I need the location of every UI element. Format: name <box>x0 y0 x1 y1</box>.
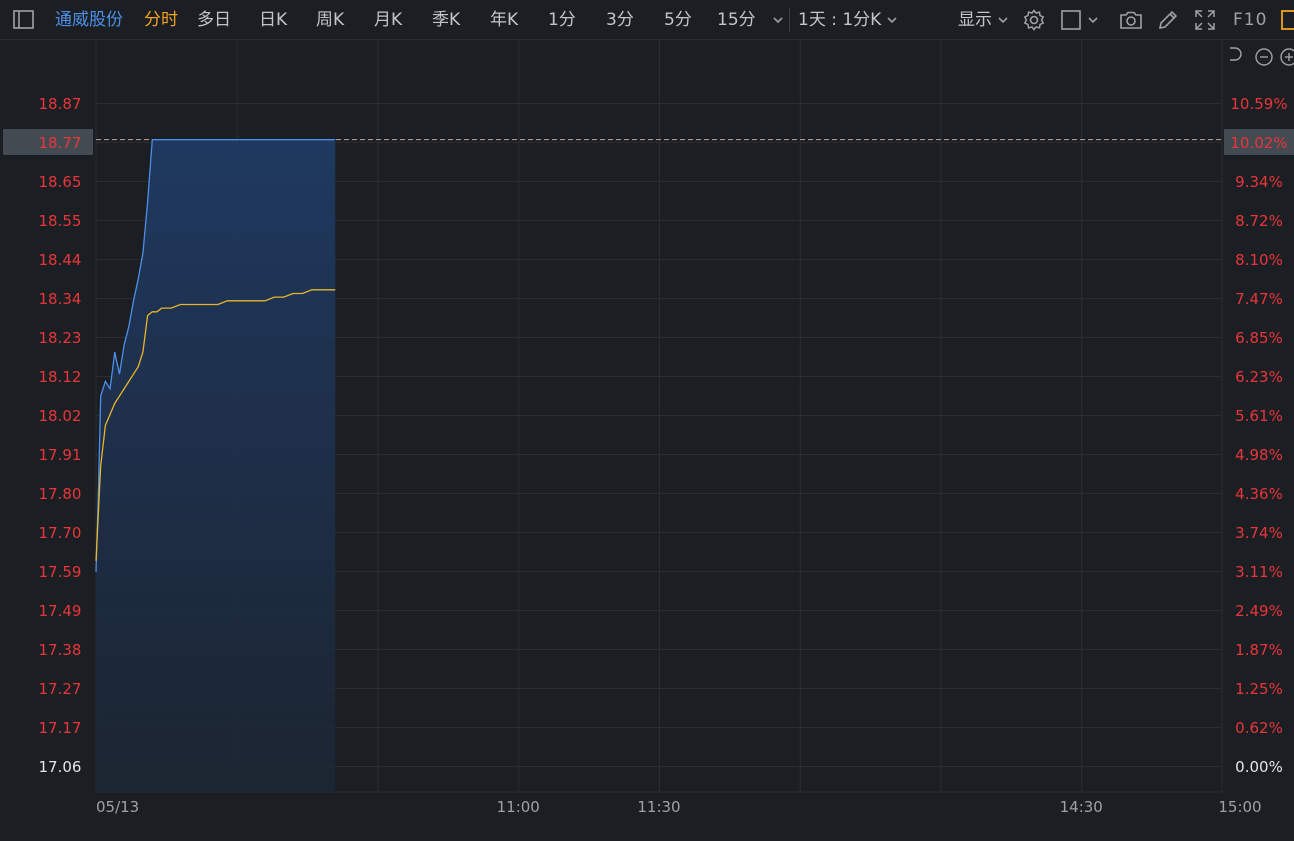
undo-icon[interactable] <box>1230 47 1242 61</box>
x-axis-labels: 05/13 11:00 11:30 14:30 15:00 <box>96 798 1262 816</box>
y-tick-label-left: 18.34 <box>39 290 82 308</box>
y-tick-label-left: 17.91 <box>39 446 82 464</box>
y-tick-label-left: 18.44 <box>39 251 82 269</box>
y-tick-label-right: 0.62% <box>1235 719 1283 737</box>
y-tick-label-right: 10.02% <box>1230 134 1287 152</box>
y-tick-label-right: 10.59% <box>1230 95 1287 113</box>
y-tick-label-left: 18.55 <box>39 212 82 230</box>
zoom-out-icon[interactable] <box>1255 48 1273 66</box>
y-tick-label-left: 17.49 <box>39 602 82 620</box>
tab-monthly-k[interactable]: 月K <box>374 0 402 40</box>
y-tick-label-left: 18.02 <box>39 407 82 425</box>
y-tick-label-right: 4.36% <box>1235 485 1283 503</box>
chart-toolbar: 通威股份 分时 多日 日K 周K 月K 季K 年K 1分 3分 5分 15分 1… <box>0 0 1294 40</box>
x-tick-label: 11:00 <box>497 798 540 816</box>
y-tick-label-right: 8.10% <box>1235 251 1283 269</box>
y-tick-label-left: 17.59 <box>39 563 82 581</box>
square-icon[interactable] <box>1060 8 1084 32</box>
tab-3min[interactable]: 3分 <box>606 0 634 40</box>
window-box-icon[interactable] <box>1280 8 1294 32</box>
y-tick-label-right: 4.98% <box>1235 446 1283 464</box>
y-tick-label-right: 6.85% <box>1235 329 1283 347</box>
y-tick-label-right: 1.25% <box>1235 680 1283 698</box>
price-area <box>96 139 336 793</box>
tab-quarterly-k[interactable]: 季K <box>432 0 460 40</box>
f10-button[interactable]: F10 <box>1233 0 1267 40</box>
y-tick-label-left: 17.27 <box>39 680 82 698</box>
y-tick-label-right: 5.61% <box>1235 407 1283 425</box>
y-tick-label-left: 18.77 <box>39 134 82 152</box>
y-tick-label-left: 18.65 <box>39 173 82 191</box>
stock-name[interactable]: 通威股份 <box>55 0 123 40</box>
y-tick-label-right: 3.11% <box>1235 563 1283 581</box>
y-tick-label-right: 7.47% <box>1235 290 1283 308</box>
y-tick-label-left: 18.23 <box>39 329 82 347</box>
x-tick-label: 14:30 <box>1060 798 1103 816</box>
tab-daily-k[interactable]: 日K <box>259 0 287 40</box>
zoom-in-icon[interactable] <box>1280 48 1294 66</box>
display-menu[interactable]: 显示 <box>958 0 992 40</box>
y-tick-label-right: 0.00% <box>1235 758 1283 776</box>
chevron-down-icon[interactable] <box>883 8 901 32</box>
chart-controls <box>1230 47 1294 66</box>
pencil-icon[interactable] <box>1156 8 1180 32</box>
y-tick-label-right: 9.34% <box>1235 173 1283 191</box>
tab-yearly-k[interactable]: 年K <box>490 0 518 40</box>
x-tick-label: 11:30 <box>637 798 680 816</box>
y-tick-label-left: 17.17 <box>39 719 82 737</box>
chevron-down-icon[interactable] <box>769 8 787 32</box>
tab-intraday[interactable]: 分时 <box>144 0 178 40</box>
x-tick-label: 15:00 <box>1218 798 1261 816</box>
price-area-fill <box>96 139 336 793</box>
fullscreen-icon[interactable] <box>1193 8 1217 32</box>
y-tick-label-right: 2.49% <box>1235 602 1283 620</box>
y-tick-label-left: 17.38 <box>39 641 82 659</box>
camera-icon[interactable] <box>1119 8 1143 32</box>
chevron-down-icon[interactable] <box>994 8 1012 32</box>
toolbar-divider <box>789 8 790 32</box>
tab-weekly-k[interactable]: 周K <box>316 0 344 40</box>
intraday-chart[interactable]: 18.87 10.59% 18.77 10.02% 18.65 9.34% 18.55 8.7… <box>0 40 1294 841</box>
y-tick-label-left: 17.70 <box>39 524 82 542</box>
tab-15min[interactable]: 15分 <box>717 0 756 40</box>
chevron-down-icon[interactable] <box>1084 8 1102 32</box>
y-tick-label-left: 18.87 <box>39 95 82 113</box>
sidebar-toggle-icon[interactable] <box>12 8 36 32</box>
y-tick-label-right: 1.87% <box>1235 641 1283 659</box>
y-tick-label-left: 18.12 <box>39 368 82 386</box>
y-tick-label-right: 3.74% <box>1235 524 1283 542</box>
tab-multi-day[interactable]: 多日 <box>197 0 231 40</box>
range-select[interactable]: 1天 : 1分K <box>798 0 881 40</box>
tab-1min[interactable]: 1分 <box>548 0 576 40</box>
y-tick-label-left: 17.80 <box>39 485 82 503</box>
x-tick-label: 05/13 <box>96 798 139 816</box>
y-tick-label-right: 8.72% <box>1235 212 1283 230</box>
y-tick-label-left: 17.06 <box>39 758 82 776</box>
y-tick-label-right: 6.23% <box>1235 368 1283 386</box>
gear-icon[interactable] <box>1022 8 1046 32</box>
tab-5min[interactable]: 5分 <box>664 0 692 40</box>
